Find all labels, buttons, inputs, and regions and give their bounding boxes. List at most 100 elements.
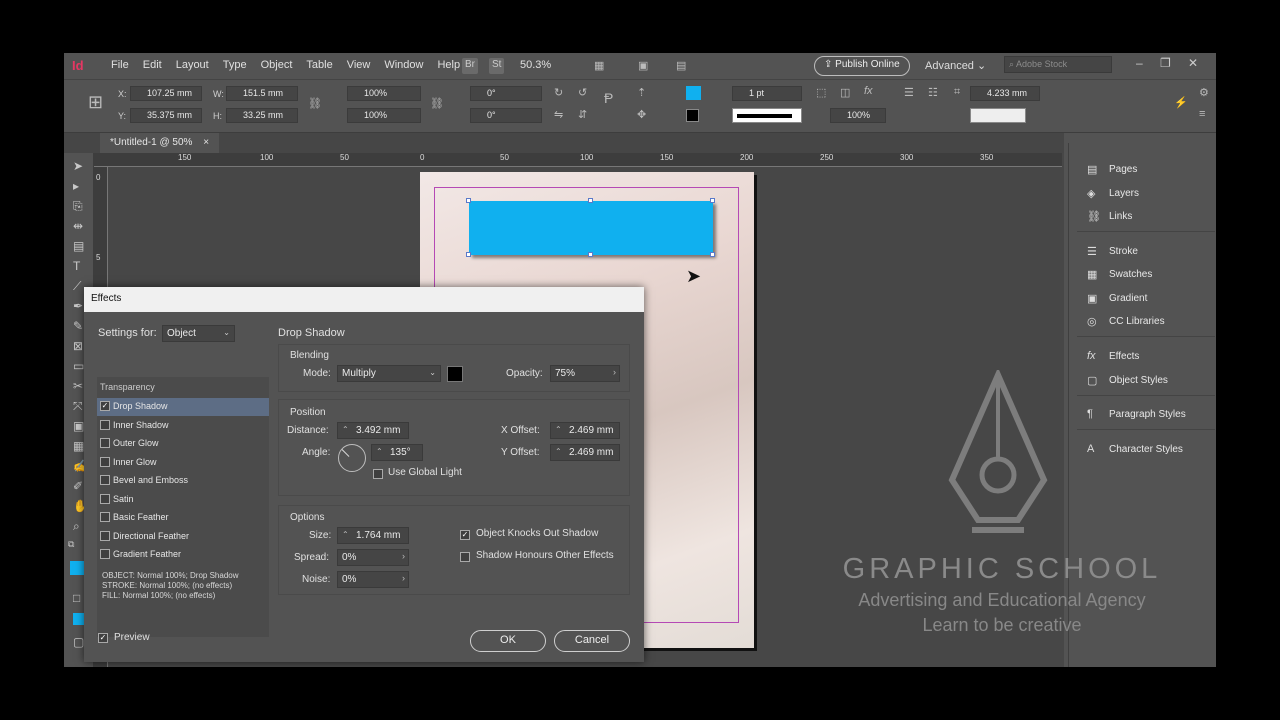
y-offset-field[interactable]: ⌃ 2.469 mm [550, 444, 620, 461]
adobe-stock-search[interactable]: ⌕ Adobe Stock [1004, 56, 1112, 73]
link-scale-icon[interactable]: ⛓ [430, 97, 444, 110]
effect-gradient-feather[interactable]: Gradient Feather [97, 546, 269, 564]
constrain-proportions-icon[interactable]: ⛓ [308, 97, 322, 110]
dialog-title-bar[interactable]: Effects [84, 287, 644, 312]
gear-icon[interactable]: ⚙ [1199, 86, 1209, 99]
horizontal-ruler[interactable]: 150 100 50 0 50 100 150 200 250 300 350 [94, 153, 1062, 167]
transparency-item[interactable]: Transparency [97, 379, 269, 397]
shadow-color-swatch[interactable] [447, 366, 463, 382]
y-field[interactable]: 35.375 mm [130, 108, 202, 123]
formatting-container-icon[interactable]: □ [73, 591, 80, 605]
fx-icon[interactable]: fx [864, 85, 873, 97]
menu-file[interactable]: File [104, 59, 136, 71]
stroke-weight-field[interactable]: 1 pt [732, 86, 802, 101]
gap-tool-icon[interactable]: ⇹ [73, 219, 83, 233]
pencil-tool-icon[interactable]: ✎ [73, 319, 83, 333]
effect-inner-glow[interactable]: Inner Glow [97, 454, 269, 472]
ok-button[interactable]: OK [470, 630, 546, 652]
w-field[interactable]: 151.5 mm [226, 86, 298, 101]
panel-swatches[interactable]: ▦ Swatches [1069, 264, 1216, 286]
checkbox[interactable] [100, 457, 110, 467]
menu-view[interactable]: View [340, 59, 378, 71]
panel-stroke[interactable]: ☰ Stroke [1069, 241, 1216, 263]
page-tool-icon[interactable]: ⎘ [73, 199, 83, 214]
panel-links[interactable]: ⛓ Links [1069, 206, 1216, 228]
selection-handle[interactable] [588, 252, 593, 257]
selection-handle[interactable] [710, 252, 715, 257]
type-tool-icon[interactable]: T [73, 259, 80, 273]
settings-for-select[interactable]: Object ⌄ [162, 325, 235, 342]
auto-fit-icon[interactable]: ⌗ [954, 86, 960, 99]
stepper-icon[interactable]: ⌃ [376, 447, 383, 456]
size-field[interactable]: ⌃ 1.764 mm [337, 527, 409, 544]
x-field[interactable]: 107.25 mm [130, 86, 202, 101]
rotate-cw-icon[interactable]: ↻ [554, 86, 563, 99]
menu-edit[interactable]: Edit [136, 59, 169, 71]
gradient-feather-tool-icon[interactable]: ▦ [73, 439, 84, 453]
workspace-switcher[interactable]: Advanced ⌄ [925, 59, 986, 72]
default-fill-stroke-icon[interactable]: ⧉ [68, 539, 74, 550]
scale-y-field[interactable]: 100% [347, 108, 421, 123]
scissors-tool-icon[interactable]: ✂ [73, 379, 83, 393]
close-tab-icon[interactable]: × [203, 137, 209, 148]
arrange-documents-icon[interactable]: ▤ [676, 59, 686, 72]
zoom-level[interactable]: 50.3% [520, 59, 551, 71]
blend-mode-select[interactable]: Multiply ⌄ [337, 365, 441, 382]
stroke-swatch[interactable] [686, 109, 699, 122]
x-offset-field[interactable]: ⌃ 2.469 mm [550, 422, 620, 439]
pen-tool-icon[interactable]: ✒ [73, 299, 83, 313]
noise-field[interactable]: 0% › [337, 571, 409, 588]
reference-point-icon[interactable]: ⊞ [88, 92, 103, 113]
panel-menu-icon[interactable]: ≡ [1199, 108, 1205, 120]
opacity-field[interactable]: 75% › [550, 365, 620, 382]
rotate-field[interactable]: 0° [470, 86, 542, 101]
panel-pages[interactable]: ▤ Pages [1069, 159, 1216, 181]
selection-handle[interactable] [466, 252, 471, 257]
effect-inner-shadow[interactable]: Inner Shadow [97, 417, 269, 435]
panel-layers[interactable]: ◈ Layers [1069, 183, 1216, 205]
preview-checkbox[interactable]: ✓ [98, 633, 108, 643]
panel-effects[interactable]: fx Effects [1069, 346, 1216, 368]
stepper-icon[interactable]: ⌃ [555, 425, 562, 434]
spread-field[interactable]: 0% › [337, 549, 409, 566]
free-transform-tool-icon[interactable]: ⤧ [73, 399, 83, 414]
view-options-icon[interactable]: ▦ [594, 59, 604, 72]
checkbox[interactable] [100, 494, 110, 504]
honours-effects-checkbox[interactable] [460, 552, 470, 562]
effect-basic-feather[interactable]: Basic Feather [97, 509, 269, 527]
shear-field[interactable]: 0° [470, 108, 542, 123]
offset-field[interactable]: 4.233 mm [970, 86, 1040, 101]
panel-cc-libraries[interactable]: ◎ CC Libraries [1069, 311, 1216, 333]
selection-handle[interactable] [588, 198, 593, 203]
minimize-icon[interactable]: – [1136, 56, 1143, 70]
angle-dial[interactable] [338, 444, 366, 472]
angle-field[interactable]: ⌃ 135° [371, 444, 423, 461]
align-left-icon[interactable]: ☰ [904, 86, 914, 99]
fill-tool-swatch[interactable] [70, 561, 84, 575]
fill-swatch[interactable] [686, 86, 701, 100]
checkbox[interactable] [100, 549, 110, 559]
style-select[interactable] [970, 108, 1026, 123]
blue-rectangle-object[interactable] [469, 201, 713, 255]
zoom-tool-icon[interactable]: ⌕ [73, 519, 80, 534]
checkbox[interactable] [100, 531, 110, 541]
checkbox-checked[interactable]: ✓ [100, 401, 110, 411]
gradient-tool-icon[interactable]: ▣ [73, 419, 84, 433]
screen-mode-tool-icon[interactable]: ▢ [73, 635, 84, 649]
select-content-icon[interactable]: ✥ [637, 108, 646, 121]
menu-window[interactable]: Window [377, 59, 430, 71]
bridge-button[interactable]: Br [462, 58, 478, 74]
effect-drop-shadow[interactable]: ✓ Drop Shadow [97, 398, 269, 416]
checkbox[interactable] [100, 438, 110, 448]
h-field[interactable]: 33.25 mm [226, 108, 298, 123]
menu-object[interactable]: Object [254, 59, 300, 71]
scale-x-field[interactable]: 100% [347, 86, 421, 101]
selection-handle[interactable] [710, 198, 715, 203]
menu-table[interactable]: Table [299, 59, 339, 71]
effect-outer-glow[interactable]: Outer Glow [97, 435, 269, 453]
effect-directional-feather[interactable]: Directional Feather [97, 528, 269, 546]
restore-icon[interactable]: ❐ [1160, 56, 1171, 70]
publish-online-button[interactable]: ⇪ Publish Online [814, 56, 910, 76]
stroke-type-select[interactable] [732, 108, 802, 123]
effect-satin[interactable]: Satin [97, 491, 269, 509]
